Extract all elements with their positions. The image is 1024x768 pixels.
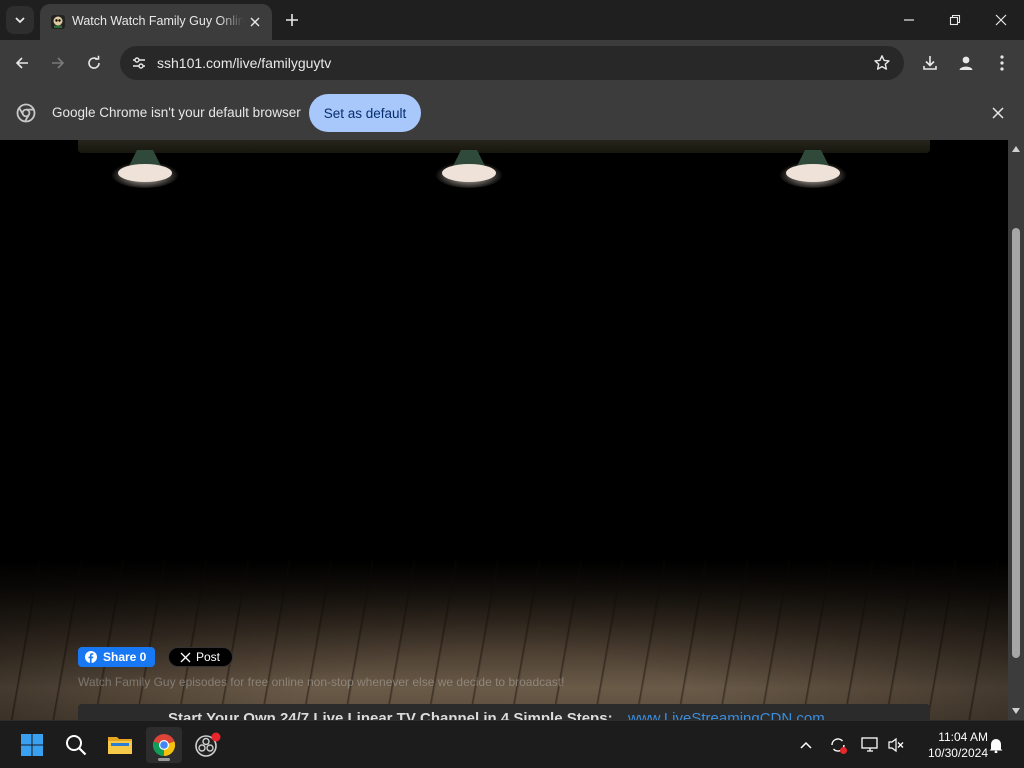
star-icon — [874, 55, 890, 70]
tab-close-button[interactable] — [246, 13, 264, 31]
scroll-thumb[interactable] — [1012, 228, 1020, 658]
volume-tray-button[interactable] — [886, 735, 906, 755]
family-guy-favicon — [51, 15, 65, 29]
stage-lamp-center — [435, 150, 503, 188]
tune-icon — [133, 57, 145, 69]
set-default-button[interactable]: Set as default — [309, 94, 421, 132]
active-indicator — [158, 758, 170, 761]
folder-icon — [108, 737, 132, 754]
sync-tray-button[interactable] — [828, 735, 848, 755]
x-post-label: Post — [196, 650, 221, 664]
close-icon — [250, 17, 260, 27]
stage-lamp-right — [779, 150, 847, 188]
page-viewport: Share 0 Post Watch Family Guy episodes f… — [0, 140, 1008, 720]
chrome-icon — [16, 103, 36, 123]
minimize-icon — [904, 19, 914, 21]
facebook-share-label: Share 0 — [103, 650, 147, 664]
network-icon — [861, 737, 878, 752]
chrome-logo-icon — [152, 734, 176, 757]
bookmark-button[interactable] — [872, 53, 892, 73]
speaker-muted-icon — [888, 737, 904, 753]
forward-button[interactable] — [44, 49, 72, 77]
banner-text: Start Your Own 24/7 Live Linear TV Chann… — [168, 710, 613, 720]
chrome-taskbar-button[interactable] — [146, 727, 182, 763]
reload-icon — [88, 55, 100, 69]
taskbar-search-button[interactable] — [58, 727, 94, 763]
clock-date: 10/30/2024 — [927, 746, 988, 760]
default-browser-infobar: Google Chrome isn't your default browser — [0, 86, 1024, 140]
close-icon — [992, 107, 1004, 119]
bell-icon — [989, 739, 1003, 753]
browser-tab[interactable]: Watch Watch Family Guy Online — [40, 4, 272, 40]
chevron-down-icon — [15, 17, 25, 24]
network-tray-button[interactable] — [860, 735, 880, 755]
x-post-button[interactable]: Post — [168, 647, 233, 667]
url-text[interactable]: ssh101.com/live/familyguytv — [157, 55, 331, 71]
profile-button[interactable] — [952, 49, 980, 77]
reload-button[interactable] — [80, 49, 108, 77]
tab-title: Watch Watch Family Guy Online — [72, 14, 244, 28]
scroll-down-button[interactable] — [1008, 704, 1024, 718]
windows-logo-icon — [21, 734, 43, 756]
triangle-down-icon — [1012, 708, 1020, 714]
page-description: Watch Family Guy episodes for free onlin… — [78, 675, 565, 689]
taskbar-clock[interactable]: 11:04 AM 10/30/2024 — [912, 729, 988, 761]
arrow-right-icon — [52, 57, 65, 69]
facebook-share-button[interactable]: Share 0 — [78, 647, 155, 667]
promo-banner: Start Your Own 24/7 Live Linear TV Chann… — [78, 704, 930, 720]
download-icon — [923, 56, 937, 70]
restore-button[interactable] — [932, 0, 978, 40]
address-bar[interactable]: ssh101.com/live/familyguytv — [120, 46, 904, 80]
x-logo-icon — [180, 652, 191, 662]
back-button[interactable] — [8, 49, 36, 77]
person-icon — [959, 56, 973, 70]
close-window-button[interactable] — [978, 0, 1024, 40]
infobar-message: Google Chrome isn't your default browser — [52, 105, 301, 120]
more-vert-icon — [1000, 55, 1004, 71]
scroll-up-button[interactable] — [1008, 142, 1024, 156]
floor-vignette — [0, 560, 1008, 720]
tray-overflow-button[interactable] — [796, 735, 816, 755]
chevron-up-icon — [800, 741, 812, 749]
file-explorer-button[interactable] — [102, 727, 138, 763]
windows-taskbar: 11:04 AM 10/30/2024 — [0, 720, 1024, 768]
tab-search-button[interactable] — [6, 6, 34, 34]
banner-link[interactable]: www.LiveStreamingCDN.com — [628, 710, 825, 720]
clock-time: 11:04 AM — [938, 730, 988, 744]
browser-toolbar: ssh101.com/live/familyguytv — [0, 40, 1024, 86]
restore-icon — [949, 14, 961, 26]
plus-icon — [286, 14, 298, 26]
notifications-button[interactable] — [986, 735, 1006, 755]
arrow-left-icon — [15, 57, 28, 69]
start-button[interactable] — [14, 727, 50, 763]
site-info-button[interactable] — [128, 52, 150, 74]
infobar-close-button[interactable] — [988, 103, 1008, 123]
close-icon — [995, 14, 1007, 26]
sync-icon — [831, 738, 847, 754]
tab-strip: Watch Watch Family Guy Online — [0, 0, 1024, 40]
page-scrollbar[interactable] — [1008, 140, 1024, 720]
minimize-button[interactable] — [886, 0, 932, 40]
new-tab-button[interactable] — [280, 8, 304, 32]
search-icon — [66, 735, 87, 756]
menu-button[interactable] — [988, 49, 1016, 77]
stage-lamp-left — [111, 150, 179, 188]
obs-taskbar-button[interactable] — [190, 727, 226, 763]
facebook-icon — [85, 651, 97, 663]
downloads-button[interactable] — [916, 49, 944, 77]
triangle-up-icon — [1012, 146, 1020, 152]
obs-icon — [195, 732, 221, 757]
